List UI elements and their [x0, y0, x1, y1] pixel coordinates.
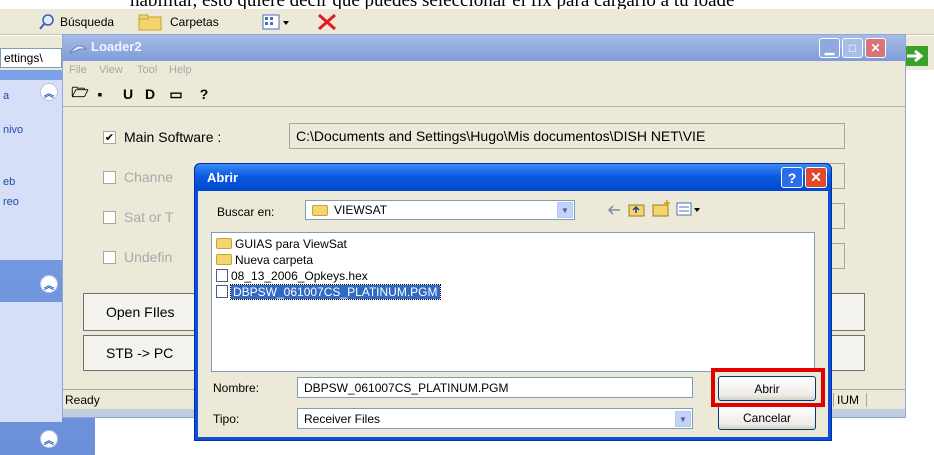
file-name: GUIAS para ViewSat: [235, 236, 347, 251]
search-label: Búsqueda: [60, 15, 115, 29]
status-panel: IUM: [833, 393, 867, 407]
cancel-button[interactable]: Cancelar: [718, 405, 816, 430]
file-list[interactable]: GUIAS para ViewSat Nueva carpeta 08_13_2…: [211, 232, 815, 372]
menu-tool[interactable]: Tool: [137, 64, 157, 76]
file-icon: [216, 285, 228, 298]
undefined-label: Undefin: [124, 249, 173, 265]
file-icon: [216, 269, 228, 282]
sat-label: Sat or T: [124, 209, 174, 225]
highlight-box: [711, 368, 825, 407]
task-link[interactable]: nivo: [3, 124, 23, 136]
folder-icon: [312, 204, 328, 216]
close-icon: ✕: [870, 41, 881, 55]
task-link[interactable]: eb: [3, 176, 15, 188]
collapse-chevron-icon[interactable]: ︽: [40, 83, 58, 101]
dialog-titlebar: Abrir ? ✕: [195, 164, 831, 191]
channel-checkbox[interactable]: Channe: [103, 169, 173, 185]
save-icon[interactable]: ▪: [91, 85, 109, 103]
look-in-label: Buscar en:: [217, 205, 275, 219]
file-type-value: Receiver Files: [304, 412, 381, 426]
folders-label: Carpetas: [170, 15, 219, 29]
list-item[interactable]: Nueva carpeta: [216, 252, 313, 267]
close-icon: ✕: [810, 169, 822, 185]
task-link[interactable]: reo: [3, 196, 19, 208]
file-name: Nueva carpeta: [235, 252, 314, 267]
file-name: DBPSW_061007CS_PLATINUM.PGM: [230, 283, 441, 300]
open-folder-icon[interactable]: 🗁: [71, 84, 89, 103]
main-software-label: Main Software :: [124, 129, 222, 145]
download-icon[interactable]: D: [141, 85, 159, 103]
main-software-path[interactable]: C:\Documents and Settings\Hugo\Mis docum…: [289, 123, 845, 149]
menu-help[interactable]: Help: [169, 64, 192, 76]
loader-title: Loader2: [91, 39, 142, 54]
dialog-close-button[interactable]: ✕: [805, 167, 827, 188]
file-name-input[interactable]: DBPSW_061007CS_PLATINUM.PGM: [297, 377, 693, 398]
search-icon: [39, 14, 54, 30]
close-button[interactable]: ✕: [865, 38, 886, 58]
new-folder-icon[interactable]: [652, 199, 672, 217]
folders-icon: [138, 14, 162, 31]
delete-x-button[interactable]: [316, 12, 338, 32]
file-name-label: Nombre:: [213, 381, 260, 395]
checkbox[interactable]: [103, 210, 116, 224]
upload-icon[interactable]: U: [119, 85, 137, 103]
file-type-select[interactable]: Receiver Files ▼: [297, 408, 693, 429]
views-button[interactable]: [262, 12, 292, 32]
collapse-chevron-icon[interactable]: ︽: [40, 430, 58, 448]
folder-icon: [216, 238, 232, 249]
checkbox[interactable]: [103, 170, 116, 184]
list-item[interactable]: 08_13_2006_Opkeys.hex: [216, 268, 368, 283]
list-item-selected[interactable]: DBPSW_061007CS_PLATINUM.PGM: [216, 283, 441, 300]
dialog-help-button[interactable]: ?: [781, 167, 803, 188]
chevron-down-icon[interactable]: ▼: [675, 411, 691, 427]
maximize-icon: □: [848, 41, 857, 55]
view-menu-icon[interactable]: [676, 201, 702, 217]
minimize-button[interactable]: ▁: [819, 38, 840, 58]
app-icon: [68, 45, 88, 55]
chevron-down-icon[interactable]: ▼: [557, 202, 573, 218]
loader-menubar: File View Tool Help: [63, 61, 905, 81]
address-field[interactable]: ettings\: [0, 48, 62, 68]
stb-to-pc-label: STB -> PC: [106, 345, 174, 361]
loader-titlebar: Loader2 ▁ □ ✕: [63, 35, 905, 61]
help-icon: ?: [787, 169, 797, 186]
task-panel: [0, 302, 62, 422]
maximize-button[interactable]: □: [842, 38, 863, 58]
views-icon: [262, 14, 289, 30]
menu-file[interactable]: File: [69, 64, 87, 76]
close-icon: [318, 13, 336, 31]
file-name: 08_13_2006_Opkeys.hex: [231, 268, 368, 283]
back-arrow-icon[interactable]: [606, 203, 622, 217]
loader-toolbar: 🗁 ▪ U D ▭ ?: [63, 81, 905, 107]
folders-button[interactable]: Carpetas: [138, 12, 219, 32]
undefined-checkbox[interactable]: Undefin: [103, 249, 172, 265]
main-software-checkbox[interactable]: ✔ Main Software :: [103, 129, 221, 145]
sat-checkbox[interactable]: Sat or T: [103, 209, 174, 225]
checkbox[interactable]: ✔: [103, 130, 116, 144]
look-in-value: VIEWSAT: [334, 203, 388, 217]
collapse-chevron-icon[interactable]: ︽: [40, 275, 58, 293]
help-icon[interactable]: ?: [195, 85, 213, 103]
look-in-dropdown[interactable]: VIEWSAT ▼: [305, 200, 575, 220]
channel-label: Channe: [124, 169, 174, 185]
menu-view[interactable]: View: [99, 64, 123, 76]
file-type-label: Tipo:: [213, 412, 240, 426]
graph-icon[interactable]: ▭: [167, 85, 185, 103]
status-text: Ready: [65, 393, 100, 407]
up-folder-icon[interactable]: [628, 201, 646, 217]
minimize-icon: ▁: [824, 41, 835, 55]
open-files-label: Open FIles: [106, 304, 175, 320]
task-link[interactable]: a: [3, 90, 9, 102]
dialog-title: Abrir: [207, 170, 239, 185]
cancel-button-label: Cancelar: [742, 410, 792, 425]
explorer-toolbar: Búsqueda Carpetas: [0, 9, 934, 35]
list-item[interactable]: GUIAS para ViewSat: [216, 236, 347, 251]
folder-icon: [216, 254, 232, 265]
search-button[interactable]: Búsqueda: [38, 12, 114, 32]
checkbox[interactable]: [103, 250, 116, 264]
